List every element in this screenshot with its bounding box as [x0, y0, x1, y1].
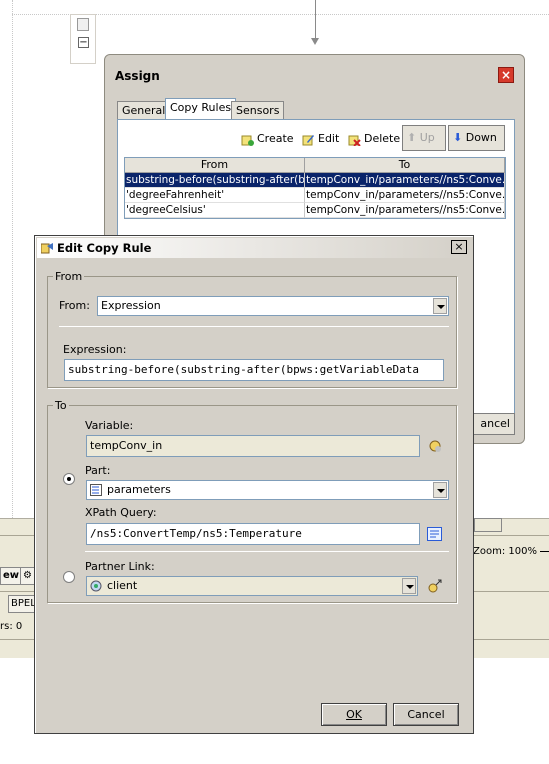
scope-icon[interactable]	[77, 18, 89, 31]
expression-label: Expression:	[63, 343, 127, 356]
collapse-icon[interactable]: −	[78, 37, 89, 48]
connector-arrow	[311, 38, 319, 45]
column-from[interactable]: From	[125, 158, 305, 173]
partner-link-icon	[90, 580, 102, 592]
from-separator	[59, 326, 449, 327]
tab-copy-rules[interactable]: Copy Rules	[165, 98, 237, 120]
cell-from: substring-before(substring-after(b...	[125, 173, 305, 188]
part-radio[interactable]	[63, 473, 75, 485]
cell-to: tempConv_in/parameters//ns5:Conve...	[305, 173, 505, 188]
copy-rule-icon	[41, 243, 53, 254]
cell-to: tempConv_in/parameters//ns5:Conve...	[305, 203, 505, 218]
xpath-label: XPath Query:	[85, 506, 157, 519]
create-button[interactable]: Create	[241, 129, 294, 149]
to-separator	[85, 551, 449, 552]
canvas-border-left	[12, 0, 13, 518]
strip-scroll-thumb[interactable]	[474, 518, 502, 532]
xpath-builder-icon[interactable]	[427, 527, 442, 541]
create-icon	[241, 135, 254, 146]
from-legend: From	[53, 270, 85, 283]
zoom-level: Zoom: 100%	[473, 546, 537, 557]
ok-label: OK	[346, 708, 362, 721]
close-icon[interactable]: ×	[498, 67, 514, 83]
chevron-down-icon	[402, 578, 416, 594]
table-header: From To	[125, 158, 505, 173]
close-icon[interactable]: ×	[451, 240, 467, 254]
xpath-input[interactable]: /ns5:ConvertTemp/ns5:Temperature	[86, 523, 420, 545]
variable-label: Variable:	[85, 419, 134, 432]
delete-icon	[348, 135, 361, 146]
to-legend: To	[53, 399, 69, 412]
copy-rules-table: From To substring-before(substring-after…	[124, 157, 506, 219]
edit-copy-rule-dialog: Edit Copy Rule × From From: Expression E…	[34, 235, 474, 734]
part-icon	[90, 484, 102, 496]
table-row[interactable]: 'degreeCelsius' tempConv_in/parameters//…	[125, 203, 505, 218]
cancel-button[interactable]: Cancel	[393, 703, 459, 726]
down-label: Down	[465, 131, 497, 144]
variable-field: tempConv_in	[86, 435, 420, 457]
ok-button[interactable]: OK	[321, 703, 387, 726]
cell-to: tempConv_in/parameters//ns5:Conve...	[305, 188, 505, 203]
chevron-down-icon	[433, 482, 447, 498]
edit-button[interactable]: Edit	[302, 129, 339, 149]
zoom-minus[interactable]	[540, 551, 549, 552]
cancel-label: Cancel	[407, 708, 445, 721]
delete-label: Delete	[364, 132, 401, 145]
dialog-title: Edit Copy Rule	[57, 241, 152, 255]
partner-link-value: client	[107, 579, 138, 592]
delete-button[interactable]: Delete	[348, 129, 400, 149]
part-value: parameters	[107, 483, 171, 496]
down-button[interactable]: ⬇ Down	[448, 125, 505, 151]
up-button[interactable]: ⬆ Up	[402, 125, 446, 151]
part-select[interactable]: parameters	[86, 480, 449, 500]
dialog-titlebar: Edit Copy Rule	[37, 238, 471, 258]
cell-from: 'degreeFahrenheit'	[125, 188, 305, 203]
from-type-value: Expression	[101, 299, 161, 312]
from-label: From:	[59, 299, 90, 312]
create-label: Create	[257, 132, 294, 145]
part-label: Part:	[85, 464, 111, 477]
down-arrow-icon: ⬇	[453, 131, 463, 144]
expression-input[interactable]: substring-before(substring-after(bpws:ge…	[64, 359, 444, 381]
errors-count: rs: 0	[0, 621, 23, 632]
partner-link-label: Partner Link:	[85, 560, 155, 573]
column-to[interactable]: To	[305, 158, 505, 173]
partner-link-browse-icon[interactable]	[427, 578, 443, 594]
assign-title: Assign	[115, 69, 160, 83]
mini-toolbar: −	[70, 14, 96, 64]
up-arrow-icon: ⬆	[407, 131, 417, 144]
variable-browse-icon[interactable]	[427, 438, 443, 454]
tab-general[interactable]: General	[117, 101, 171, 119]
table-row[interactable]: 'degreeFahrenheit' tempConv_in/parameter…	[125, 188, 505, 203]
tab-sensors[interactable]: Sensors	[231, 101, 285, 119]
edit-icon	[302, 134, 314, 145]
connector-line	[315, 0, 316, 38]
edit-label: Edit	[318, 132, 340, 145]
up-label: Up	[419, 131, 435, 144]
view-button[interactable]: ew	[0, 567, 23, 585]
table-row[interactable]: substring-before(substring-after(b... te…	[125, 173, 505, 188]
chevron-down-icon	[433, 298, 447, 314]
cell-from: 'degreeCelsius'	[125, 203, 305, 218]
from-type-select[interactable]: Expression	[97, 296, 449, 316]
partner-link-select[interactable]: client	[86, 576, 418, 596]
partner-link-radio[interactable]	[63, 571, 75, 583]
